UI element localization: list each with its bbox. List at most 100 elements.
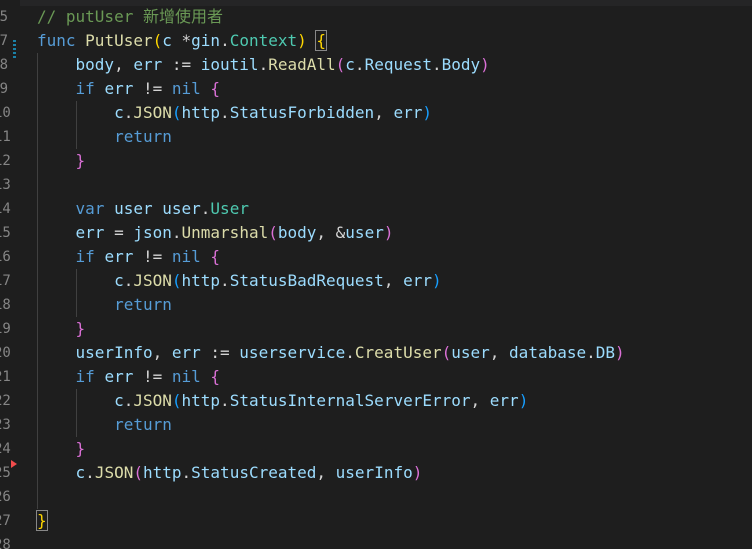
code-text[interactable]: if err != nil { [37,365,221,389]
code-line[interactable]: 19 } [0,317,752,341]
code-line[interactable]: 8 body, err := ioutil.ReadAll(c.Request.… [0,53,752,77]
code-line[interactable]: 25 c.JSON(http.StatusCreated, userInfo) [0,461,752,485]
code-token: StatusForbidden [229,103,375,122]
code-token: , [114,55,134,74]
code-text[interactable]: func PutUser(c *gin.Context) { [37,29,328,53]
code-token: body [75,55,115,74]
code-text[interactable]: c.JSON(http.StatusInternalServerError, e… [37,389,528,413]
code-token: DB [595,343,616,362]
code-token: nil [171,247,201,266]
code-token: c [114,271,124,290]
code-token: func [37,31,76,50]
line-number: 9 [0,81,8,97]
code-line[interactable]: 14 var user user.User [0,197,752,221]
code-token: { [210,247,221,266]
code-line[interactable]: 10 c.JSON(http.StatusForbidden, err) [0,101,752,125]
code-token: http [181,271,221,290]
code-line[interactable]: 24 } [0,437,752,461]
code-token: . [220,31,230,50]
code-token: return [114,295,172,314]
code-token: JSON [133,103,172,122]
code-token: ) [297,31,307,50]
code-line[interactable]: 5 // putUser 新增使用者 [0,5,752,29]
code-line[interactable]: 23 return [0,413,752,437]
code-line[interactable]: 26 [0,485,752,509]
line-number: 17 [0,273,11,289]
code-line[interactable]: 28 [0,533,752,549]
code-line[interactable]: 16 if err != nil { [0,245,752,269]
code-text[interactable]: c.JSON(http.StatusForbidden, err) [37,101,432,125]
code-token: err [104,79,134,98]
code-line[interactable]: 17 c.JSON(http.StatusBadRequest, err) [0,269,752,293]
code-token: . [181,463,192,482]
code-token: . [171,223,182,242]
code-text[interactable]: if err != nil { [37,245,221,269]
code-line[interactable]: 27} [0,509,752,533]
code-token: ( [268,223,278,242]
code-token: err [489,391,519,410]
code-token: http [142,463,182,482]
code-token: userInfo [335,463,413,482]
code-line[interactable]: 7 func PutUser(c *gin.Context) { [0,29,752,53]
code-text[interactable]: c.JSON(http.StatusBadRequest, err) [37,269,442,293]
code-line[interactable]: 11 return [0,125,752,149]
code-line[interactable]: 13 [0,173,752,197]
code-token: user [345,223,384,242]
code-line[interactable]: 15 err = json.Unmarshal(body, &user) [0,221,752,245]
code-line[interactable]: 22 c.JSON(http.StatusInternalServerError… [0,389,752,413]
code-token: c [75,463,86,482]
code-text[interactable]: if err != nil { [37,77,221,101]
line-number: 5 [0,9,8,25]
code-token: . [258,55,269,74]
code-token: if [75,367,95,386]
code-text[interactable]: c.JSON(http.StatusCreated, userInfo) [37,461,423,485]
code-text[interactable]: } [37,317,86,341]
code-text[interactable]: return [37,125,172,149]
code-token: . [200,199,211,218]
code-token: PutUser [85,31,153,50]
code-line[interactable]: 12 } [0,149,752,173]
line-number: 7 [0,33,8,49]
code-editor[interactable]: 5 // putUser 新增使用者 7 func PutUser(c *gin.Co… [0,0,752,549]
code-text[interactable]: } [37,149,86,173]
code-line[interactable]: 20 userInfo, err := userservice.CreatUse… [0,341,752,365]
code-text[interactable]: } [37,437,86,461]
code-token: err [133,55,163,74]
line-number: 12 [0,153,11,169]
code-token: JSON [94,463,134,482]
code-text[interactable]: } [36,509,48,533]
code-token: Unmarshal [181,223,269,242]
line-number: 20 [0,345,11,361]
code-token: err [104,247,134,266]
code-text[interactable]: return [37,413,172,437]
code-token: . [220,271,230,290]
code-text[interactable]: body, err := ioutil.ReadAll(c.Request.Bo… [37,53,490,77]
code-text[interactable]: userInfo, err := userservice.CreatUser(u… [37,341,625,365]
code-token: User [210,199,249,218]
line-number: 19 [0,321,11,337]
code-line[interactable]: 21 if err != nil { [0,365,752,389]
code-token: err [403,271,432,290]
code-text[interactable]: return [37,293,172,317]
line-number: 15 [0,225,11,241]
code-token: , [470,391,490,410]
code-text[interactable]: err = json.Unmarshal(body, &user) [37,221,394,245]
code-line[interactable]: 18 return [0,293,752,317]
code-token: , [489,343,510,362]
code-text[interactable]: var user user.User [37,197,249,221]
code-token: . [85,463,95,482]
code-text[interactable]: // putUser 新增使用者 [37,5,223,29]
line-number: 22 [0,393,11,409]
code-line[interactable]: 9 if err != nil { [0,77,752,101]
code-token: nil [171,79,201,98]
code-token: != [133,247,172,266]
